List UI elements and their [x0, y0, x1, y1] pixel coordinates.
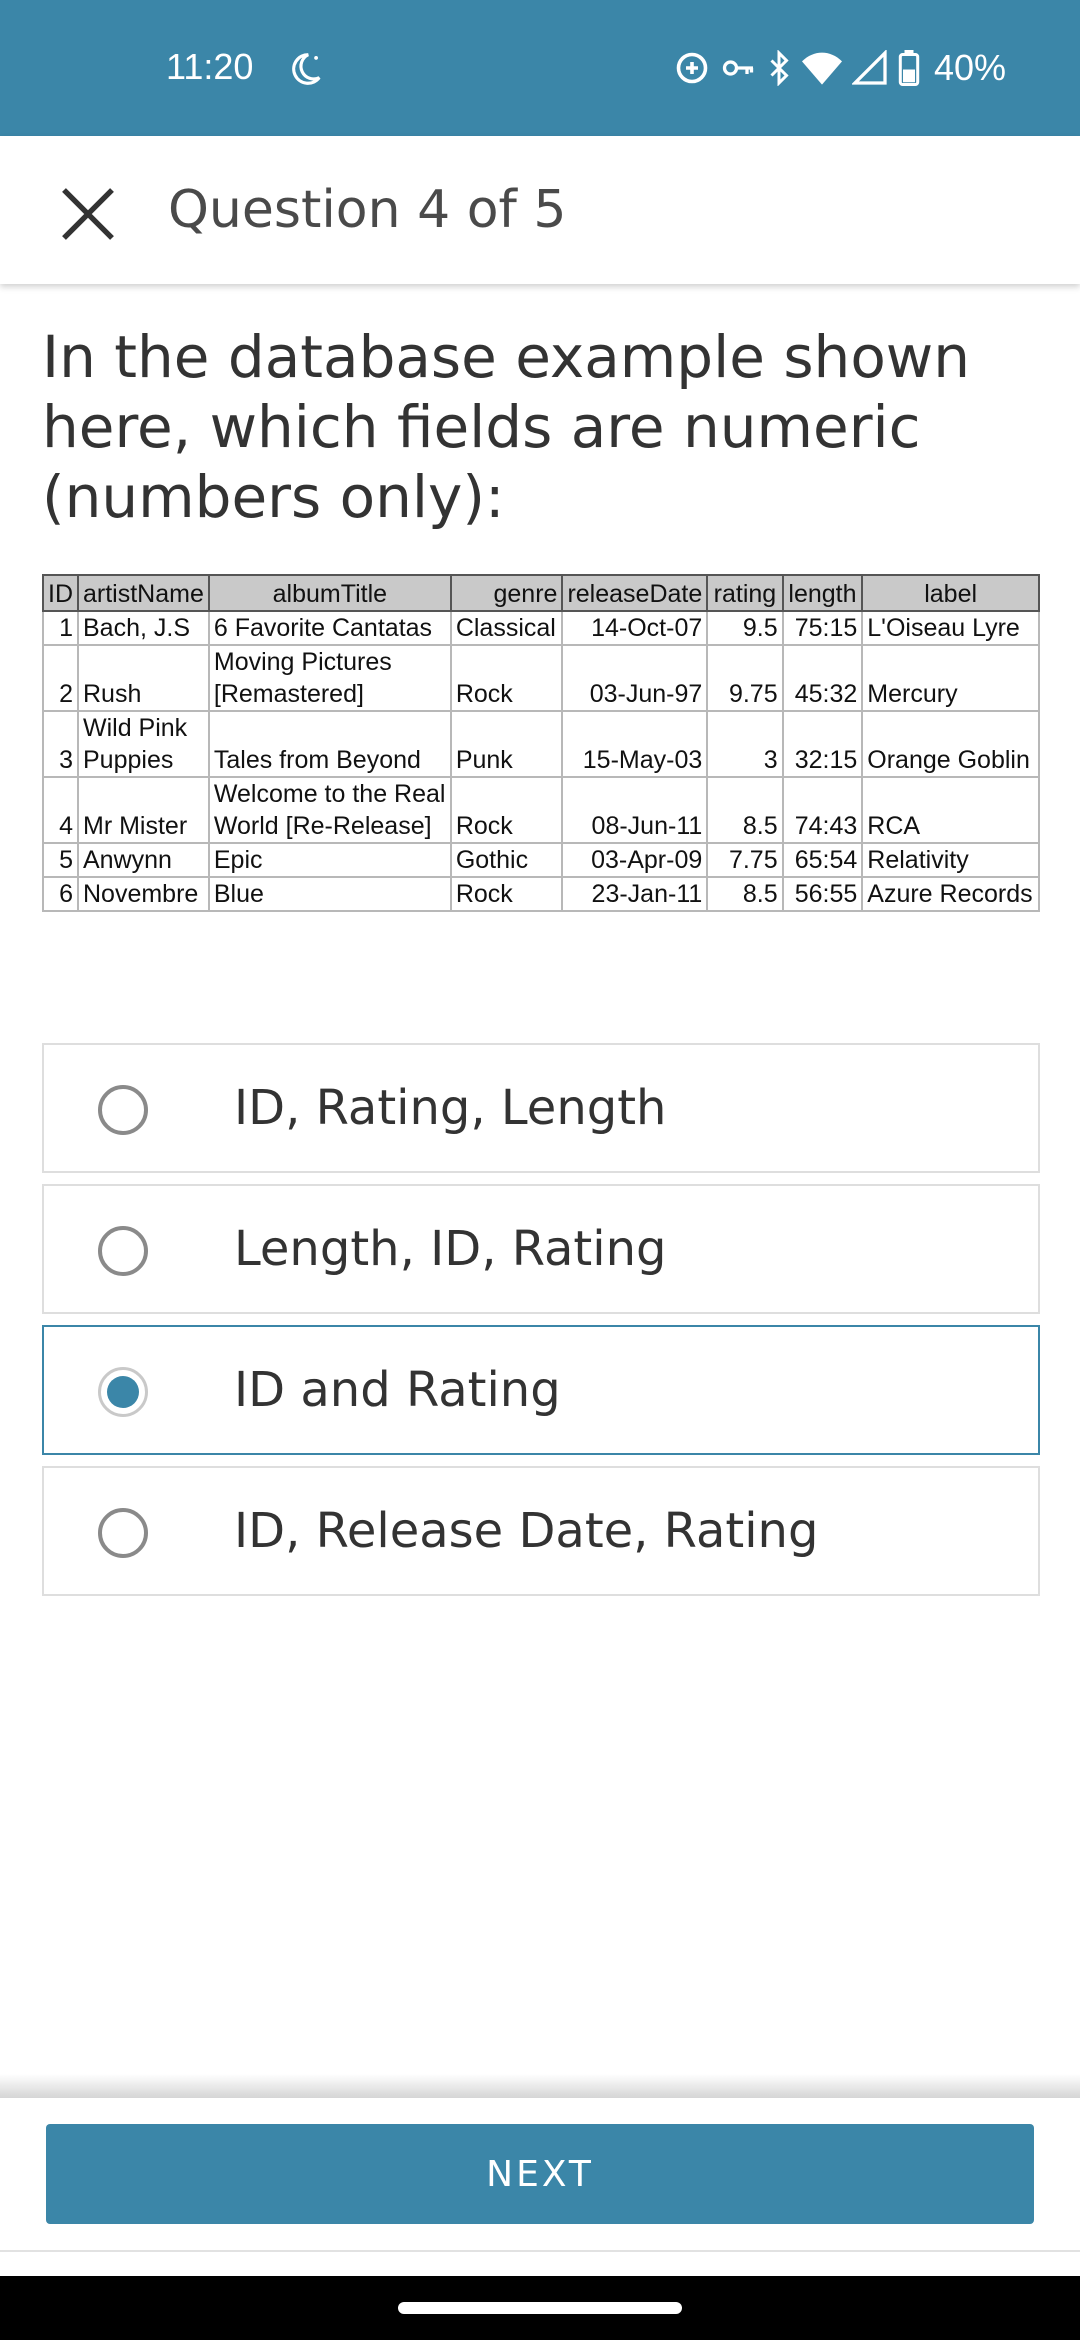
answer-option-label: ID, Rating, Length [234, 1080, 667, 1136]
app-bar: Question 4 of 5 [0, 136, 1080, 284]
table-cell: 65:54 [781, 842, 864, 878]
table-cell: 3 [42, 710, 79, 778]
answer-option-selected[interactable]: ID and Rating [42, 1325, 1040, 1455]
table-cell: 32:15 [781, 710, 864, 778]
table-row: 3 Wild Pink Puppies Tales from Beyond Pu… [42, 710, 1040, 778]
table-cell: 03-Jun-97 [561, 644, 709, 712]
radio-button-checked[interactable] [98, 1367, 148, 1417]
table-cell: Orange Goblin [861, 710, 1040, 778]
battery-icon [898, 50, 920, 86]
table-cell: 23-Jan-11 [561, 876, 709, 912]
table-row: 1 Bach, J.S 6 Favorite Cantatas Classica… [42, 610, 1040, 646]
answer-options: ID, Rating, Length Length, ID, Rating ID… [42, 1043, 1040, 1607]
answer-option[interactable]: Length, ID, Rating [42, 1184, 1040, 1314]
table-row: 6 Novembre Blue Rock 23-Jan-11 8.5 56:55… [42, 876, 1040, 912]
table-cell: Blue [207, 876, 452, 912]
table-cell: Mercury [861, 644, 1040, 712]
table-cell: 6 Favorite Cantatas [207, 610, 452, 646]
table-cell: Anwynn [77, 842, 210, 878]
table-cell: Rush [77, 644, 210, 712]
night-mode-icon [292, 53, 321, 85]
table-cell: 2 [42, 644, 79, 712]
status-time: 11:20 [166, 46, 254, 87]
radio-button[interactable] [98, 1226, 148, 1276]
table-cell: Tales from Beyond [207, 710, 452, 778]
data-saver-icon [676, 52, 708, 84]
answer-option[interactable]: ID, Rating, Length [42, 1043, 1040, 1173]
battery-percent: 40% [933, 47, 1006, 88]
next-button[interactable]: NEXT [46, 2124, 1034, 2224]
table-cell: Relativity [861, 842, 1040, 878]
table-cell: Punk [449, 710, 564, 778]
table-cell: 03-Apr-09 [561, 842, 709, 878]
table-cell: RCA [861, 776, 1040, 844]
table-cell: 14-Oct-07 [561, 610, 709, 646]
table-cell: Gothic [449, 842, 564, 878]
table-cell: Novembre [77, 876, 210, 912]
table-cell: 75:15 [781, 610, 864, 646]
table-cell: 8.5 [706, 876, 784, 912]
divider [0, 2250, 1080, 2252]
table-cell: Moving Pictures [Remastered] [207, 644, 452, 712]
table-cell: 6 [42, 876, 79, 912]
table-cell: Welcome to the Real World [Re-Release] [207, 776, 452, 844]
table-row: 5 Anwynn Epic Gothic 03-Apr-09 7.75 65:5… [42, 842, 1040, 878]
table-cell: Rock [449, 876, 564, 912]
table-cell: 74:43 [781, 776, 864, 844]
table-cell: 9.75 [706, 644, 784, 712]
cell-signal-icon [851, 50, 887, 85]
column-header: label [861, 574, 1040, 612]
table-cell: 9.5 [706, 610, 784, 646]
answer-option-label: ID, Release Date, Rating [234, 1503, 819, 1559]
table-cell: 56:55 [781, 876, 864, 912]
wifi-icon [801, 52, 842, 85]
table-cell: 45:32 [781, 644, 864, 712]
database-example-table: ID artistName albumTitle genre releaseDa… [42, 574, 1040, 912]
table-cell: 7.75 [706, 842, 784, 878]
column-header: ID [42, 574, 79, 612]
table-cell: L'Oiseau Lyre [861, 610, 1040, 646]
bluetooth-icon [770, 50, 789, 86]
table-cell: Classical [449, 610, 564, 646]
column-header: length [781, 574, 864, 612]
table-cell: 5 [42, 842, 79, 878]
table-cell: 3 [706, 710, 784, 778]
column-header: albumTitle [207, 574, 452, 612]
column-header: releaseDate [561, 574, 709, 612]
table-cell: 08-Jun-11 [561, 776, 709, 844]
answer-option[interactable]: ID, Release Date, Rating [42, 1466, 1040, 1596]
table-row: 2 Rush Moving Pictures [Remastered] Rock… [42, 644, 1040, 712]
home-gesture-handle[interactable] [398, 2302, 682, 2314]
table-cell: Bach, J.S [77, 610, 210, 646]
column-header: artistName [77, 574, 210, 612]
table-cell: Epic [207, 842, 452, 878]
table-cell: Wild Pink Puppies [77, 710, 210, 778]
table-cell: Azure Records [861, 876, 1040, 912]
status-bar: 11:20 40% [0, 0, 1080, 136]
table-cell: 4 [42, 776, 79, 844]
close-icon[interactable] [52, 178, 124, 250]
radio-button[interactable] [98, 1085, 148, 1135]
table-cell: 1 [42, 610, 79, 646]
question-text: In the database example shown here, whic… [42, 323, 970, 531]
table-cell: 15-May-03 [561, 710, 709, 778]
answer-option-label: Length, ID, Rating [234, 1221, 667, 1277]
column-header: genre [449, 574, 564, 612]
status-icons: 40% [674, 44, 1006, 92]
table-row: 4 Mr Mister Welcome to the Real World [R… [42, 776, 1040, 844]
table-cell: Rock [449, 776, 564, 844]
footer-shadow [0, 2074, 1080, 2100]
column-header: rating [706, 574, 784, 612]
vpn-key-icon [722, 60, 754, 76]
page-title: Question 4 of 5 [168, 180, 567, 240]
table-header-row: ID artistName albumTitle genre releaseDa… [42, 574, 1040, 612]
answer-option-label: ID and Rating [234, 1362, 561, 1418]
radio-button[interactable] [98, 1508, 148, 1558]
table-cell: 8.5 [706, 776, 784, 844]
table-cell: Mr Mister [77, 776, 210, 844]
table-cell: Rock [449, 644, 564, 712]
